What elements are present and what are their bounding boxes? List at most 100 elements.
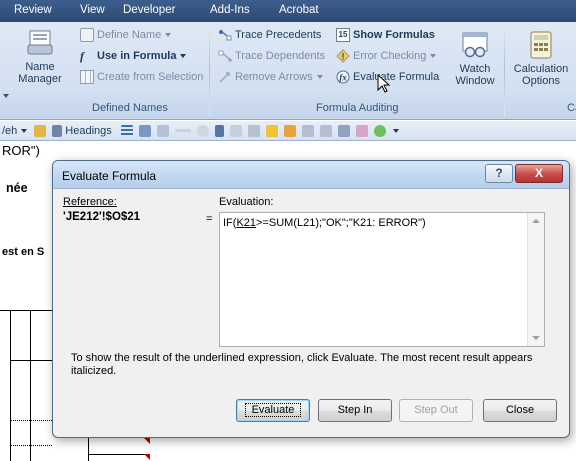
group-separator: [504, 26, 505, 116]
tab-developer[interactable]: Developer: [123, 4, 175, 16]
scroll-up-icon[interactable]: [532, 219, 540, 223]
equals-sign: =: [206, 213, 213, 225]
evaluation-label: Evaluation:: [219, 196, 274, 208]
grid-line: [88, 454, 150, 455]
group-separator: [209, 26, 210, 116]
trace-precedents-icon: [218, 28, 232, 42]
error-marker-icon: [144, 454, 150, 460]
watch-window-label-2: Window: [455, 75, 495, 87]
remove-arrows-button[interactable]: Remove Arrows: [218, 69, 323, 85]
chevron-down-icon[interactable]: [21, 128, 28, 133]
define-name-label: Define Name: [97, 29, 162, 41]
ok-icon[interactable]: [373, 124, 386, 137]
chart-icon[interactable]: [138, 124, 151, 137]
color-icon[interactable]: [355, 124, 368, 137]
sheet-icon[interactable]: [156, 124, 169, 137]
title-close-button[interactable]: X: [515, 164, 563, 183]
chevron-down-icon: [316, 75, 323, 79]
chevron-down-icon: [430, 54, 437, 58]
toolbar-left-text: /eh: [2, 124, 18, 137]
evaluate-button[interactable]: Evaluate: [236, 399, 310, 422]
grid-line: [10, 445, 52, 446]
chevron-down-icon: [165, 33, 172, 37]
chevron-down-icon[interactable]: [392, 128, 399, 133]
defined-names-group-label: Defined Names: [92, 102, 168, 114]
remove-arrows-label: Remove Arrows: [235, 71, 313, 83]
help-button[interactable]: ?: [485, 164, 513, 183]
collapsed-group-arrow-icon[interactable]: [3, 94, 9, 98]
doc-icon[interactable]: [214, 124, 224, 137]
tab-review[interactable]: Review: [14, 4, 52, 16]
show-formulas-label: Show Formulas: [353, 29, 435, 41]
use-in-formula-label: Use in Formula: [97, 50, 177, 62]
watch-window-button[interactable]: Watch Window: [452, 30, 498, 87]
line-icon[interactable]: [174, 129, 191, 132]
formula-auditing-group-label: Formula Auditing: [316, 102, 399, 114]
ribbon-tab-bar: Review View Developer Add-Ins Acrobat: [0, 0, 576, 22]
grid-line: [30, 310, 31, 461]
create-from-selection-label: Create from Selection: [97, 71, 204, 83]
close-button[interactable]: Close: [483, 399, 557, 422]
use-in-formula-button[interactable]: f Use in Formula: [80, 48, 187, 64]
table-icon[interactable]: [52, 124, 63, 137]
define-name-icon: [80, 28, 94, 42]
grid-line: [10, 420, 52, 421]
shape-icon[interactable]: [196, 124, 209, 137]
scroll-down-icon[interactable]: [532, 336, 540, 340]
trace-dependents-icon: [218, 49, 232, 63]
evaluate-formula-dialog: Evaluate Formula ? X Reference: 'JE212'!…: [52, 160, 570, 438]
show-formulas-button[interactable]: 15 Show Formulas: [336, 27, 435, 43]
step-in-button[interactable]: Step In: [318, 399, 392, 422]
watch-window-icon: [462, 32, 488, 58]
define-name-button[interactable]: Define Name: [80, 27, 172, 43]
name-manager-button[interactable]: Name Manager: [16, 28, 64, 85]
mouse-pointer-icon: [377, 74, 391, 93]
name-manager-label-1: Name: [25, 61, 55, 73]
highlight-icon[interactable]: [265, 124, 278, 137]
name-manager-icon: [27, 30, 53, 55]
grid-line: [10, 310, 11, 461]
hint-text: To show the result of the underlined exp…: [71, 352, 533, 377]
evaluation-textbox[interactable]: IF(K21>=SUM(L21);"OK";"K21: ERROR"): [219, 212, 545, 347]
calculation-group-label: Ca: [567, 102, 576, 114]
indent-icon[interactable]: [301, 124, 314, 137]
dialog-title: Evaluate Formula: [62, 169, 157, 183]
calculator-icon: [530, 31, 552, 59]
trace-dependents-button[interactable]: Trace Dependents: [218, 48, 325, 64]
function-icon: f: [80, 49, 84, 63]
paint-icon[interactable]: [34, 124, 47, 137]
create-from-selection-button[interactable]: Create from Selection: [80, 69, 203, 85]
error-checking-button[interactable]: Error Checking: [336, 48, 437, 64]
tab-acrobat[interactable]: Acrobat: [279, 4, 319, 16]
trace-dependents-label: Trace Dependents: [235, 50, 326, 62]
trace-precedents-button[interactable]: Trace Precedents: [218, 27, 321, 43]
evaluation-scrollbar[interactable]: [527, 213, 544, 346]
grid-line: [0, 310, 52, 311]
cell-est: est en S: [2, 246, 45, 258]
tab-add-ins[interactable]: Add-Ins: [210, 4, 250, 16]
align-icon[interactable]: [120, 124, 133, 137]
evaluate-formula-label: Evaluate Formula: [353, 71, 440, 83]
reference-value: 'JE212'!$O$21: [63, 211, 141, 223]
headings-label[interactable]: Headings: [65, 125, 111, 137]
grid-line: [88, 438, 89, 461]
show-formulas-icon: 15: [336, 28, 350, 42]
dots-icon[interactable]: [229, 124, 242, 137]
outdent-icon[interactable]: [319, 124, 332, 137]
dialog-title-bar[interactable]: Evaluate Formula ? X: [53, 161, 569, 189]
calculation-options-button[interactable]: Calculation Options: [509, 30, 573, 87]
dialog-body: Reference: 'JE212'!$O$21 = Evaluation: I…: [53, 190, 569, 437]
chevron-down-icon: [180, 54, 187, 58]
grid-line: [10, 360, 52, 361]
edit-icon[interactable]: [283, 124, 296, 137]
calculation-options-label-2: Options: [522, 75, 560, 87]
tab-view[interactable]: View: [80, 4, 105, 16]
quick-toolbar: /eh Headings: [0, 121, 576, 141]
error-marker-icon: [144, 438, 150, 444]
brush-icon[interactable]: [247, 124, 260, 137]
error-checking-label: Error Checking: [353, 50, 427, 62]
formula-bar-fragment: ROR"): [2, 143, 40, 158]
tag-icon[interactable]: [337, 124, 350, 137]
ribbon: Name Manager Define Name f Use in Formul…: [0, 22, 576, 120]
reference-label: Reference:: [63, 196, 117, 208]
